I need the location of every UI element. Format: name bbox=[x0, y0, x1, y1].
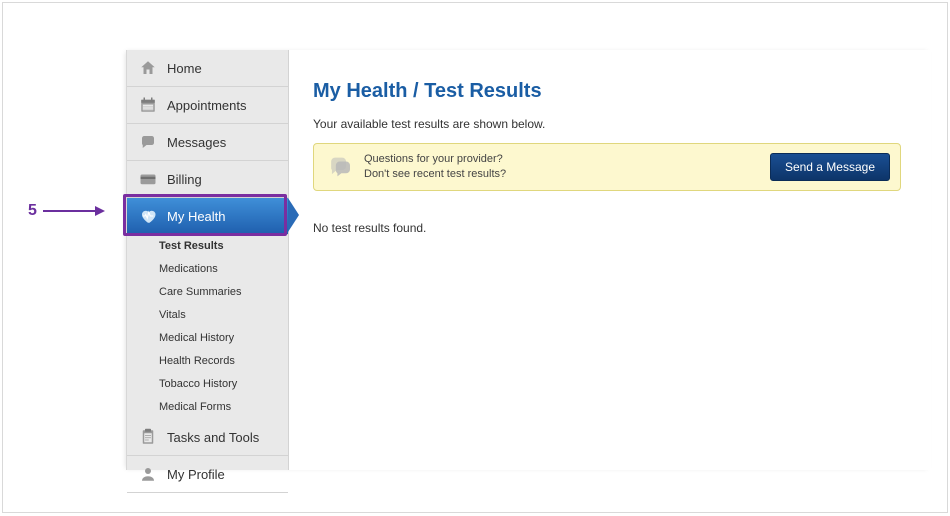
subnav-label: Health Records bbox=[159, 355, 235, 367]
nav-messages[interactable]: Messages bbox=[127, 124, 288, 161]
card-icon bbox=[139, 170, 157, 188]
notice-text: Questions for your provider? Don't see r… bbox=[364, 152, 758, 182]
subnav-label: Vitals bbox=[159, 309, 186, 321]
nav-my-health[interactable]: My Health bbox=[127, 198, 288, 234]
subnav-test-results[interactable]: Test Results bbox=[127, 235, 288, 258]
main-content: My Health / Test Results Your available … bbox=[289, 50, 931, 470]
send-message-button[interactable]: Send a Message bbox=[770, 153, 890, 181]
subnav-label: Medications bbox=[159, 263, 218, 275]
lead-text: Your available test results are shown be… bbox=[313, 117, 901, 131]
arrow-icon bbox=[43, 210, 103, 212]
nav-tasks-tools[interactable]: Tasks and Tools bbox=[127, 419, 288, 456]
person-icon bbox=[139, 465, 157, 483]
subnav-medical-history[interactable]: Medical History bbox=[127, 327, 288, 350]
clipboard-icon bbox=[139, 428, 157, 446]
home-icon bbox=[139, 59, 157, 77]
page-frame: 5 Home Appointments Messages bbox=[2, 2, 948, 513]
calendar-icon bbox=[139, 96, 157, 114]
nav-home[interactable]: Home bbox=[127, 50, 288, 87]
subnav-label: Medical Forms bbox=[159, 401, 231, 413]
heart-icon bbox=[139, 207, 157, 225]
subnav-health-records[interactable]: Health Records bbox=[127, 350, 288, 373]
nav-billing[interactable]: Billing bbox=[127, 161, 288, 198]
subnav-medications[interactable]: Medications bbox=[127, 258, 288, 281]
step-annotation: 5 bbox=[28, 202, 103, 220]
subnav-label: Care Summaries bbox=[159, 286, 242, 298]
subnav-medical-forms[interactable]: Medical Forms bbox=[127, 396, 288, 419]
nav-my-health-wrap: My Health bbox=[127, 198, 288, 235]
nav-label: Appointments bbox=[167, 98, 278, 113]
app-shell: Home Appointments Messages Billing bbox=[126, 50, 931, 470]
nav-label: Billing bbox=[167, 172, 278, 187]
empty-state-text: No test results found. bbox=[313, 221, 901, 235]
subnav-care-summaries[interactable]: Care Summaries bbox=[127, 281, 288, 304]
nav-label: Tasks and Tools bbox=[167, 430, 278, 445]
chat-bubble-icon bbox=[326, 156, 352, 178]
chat-icon bbox=[139, 133, 157, 151]
subnav-label: Test Results bbox=[159, 240, 224, 252]
notice-box: Questions for your provider? Don't see r… bbox=[313, 143, 901, 191]
nav-label: My Profile bbox=[167, 467, 278, 482]
nav-appointments[interactable]: Appointments bbox=[127, 87, 288, 124]
subnav-vitals[interactable]: Vitals bbox=[127, 304, 288, 327]
nav-label: My Health bbox=[167, 209, 226, 224]
nav-label: Messages bbox=[167, 135, 278, 150]
subnav-label: Medical History bbox=[159, 332, 234, 344]
notice-line-1: Questions for your provider? bbox=[364, 152, 758, 167]
sidebar: Home Appointments Messages Billing bbox=[127, 50, 289, 470]
nav-label: Home bbox=[167, 61, 278, 76]
subnav-tobacco-history[interactable]: Tobacco History bbox=[127, 373, 288, 396]
notice-line-2: Don't see recent test results? bbox=[364, 167, 758, 182]
step-number: 5 bbox=[28, 202, 37, 220]
my-health-subnav: Test Results Medications Care Summaries … bbox=[127, 235, 288, 419]
nav-my-profile[interactable]: My Profile bbox=[127, 456, 288, 493]
page-title: My Health / Test Results bbox=[313, 80, 901, 103]
subnav-label: Tobacco History bbox=[159, 378, 237, 390]
